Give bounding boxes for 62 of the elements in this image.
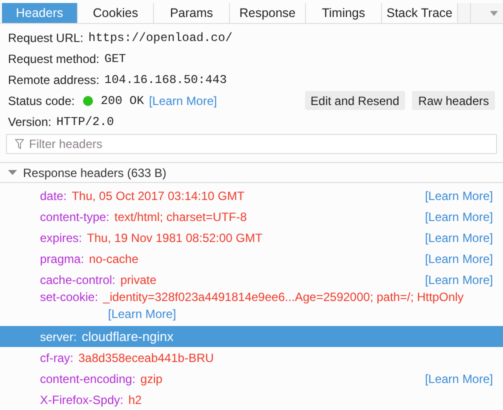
learn-more-link[interactable]: [Learn More] (424, 210, 493, 224)
dropdown-caret-icon[interactable] (490, 10, 498, 16)
section-title: Response headers (633 B) (23, 166, 166, 180)
header-value: no-cache (89, 252, 138, 266)
header-value: h2 (128, 392, 142, 406)
header-row[interactable]: server: cloudflare-nginx (0, 326, 503, 347)
header-row[interactable]: cache-control: private [Learn More] (0, 269, 503, 290)
header-name: expires: (40, 230, 82, 244)
header-name: cf-ray: (40, 350, 74, 364)
header-value: private (120, 272, 156, 286)
header-value: 3a8d358eceab441b-BRU (78, 350, 214, 364)
field-label: Status code: (8, 94, 75, 108)
header-value: cloudflare-nginx (82, 329, 174, 344)
learn-more-link[interactable]: [Learn More] (424, 230, 493, 244)
learn-more-link[interactable]: [Learn More] (424, 372, 493, 386)
header-name: content-encoding: (40, 372, 136, 386)
header-row[interactable]: expires: Thu, 19 Nov 1981 08:52:00 GMT [Learn More] (0, 227, 503, 248)
learn-more-link[interactable]: [Learn More] (108, 307, 176, 321)
field-value: GET (104, 52, 126, 66)
tab[interactable]: Stack Trace (382, 3, 458, 24)
field-value: HTTP/2.0 (56, 114, 114, 129)
filter-field[interactable]: Filter headers (6, 134, 497, 154)
action-button[interactable]: Raw headers (412, 91, 495, 110)
learn-more-link[interactable]: [Learn More] (424, 188, 493, 202)
header-name: set-cookie: (40, 290, 98, 304)
tab[interactable]: Timings (306, 3, 382, 24)
section-header[interactable]: Response headers (633 B) (0, 162, 503, 183)
header-row[interactable]: content-encoding: gzip [Learn More] (0, 368, 503, 389)
field-label: Remote address: (8, 72, 100, 87)
header-name: cache-control: (40, 272, 116, 286)
field-value: https://openload.co/ (88, 30, 232, 45)
learn-more-link[interactable]: [Learn More] (148, 94, 217, 108)
tab[interactable]: Headers (2, 3, 78, 24)
header-row[interactable]: X-Firefox-Spdy: h2 (0, 389, 503, 410)
field-label: Request method: (8, 52, 100, 66)
header-row[interactable]: cf-ray: 3a8d358eceab441b-BRU (0, 347, 503, 368)
learn-more-link[interactable]: [Learn More] (424, 272, 493, 286)
expand-arrow-icon[interactable] (8, 168, 17, 178)
filter-icon (15, 139, 24, 150)
tab[interactable]: Response (230, 3, 306, 24)
header-row[interactable]: set-cookie: _identity=328f023a4491814e9ee6...Age=2592000; path=/; HttpOnly [Learn More] (0, 290, 503, 326)
header-name: X-Firefox-Spdy: (40, 392, 124, 406)
tab[interactable]: Cookies (78, 3, 154, 24)
header-value: text/html; charset=UTF-8 (114, 210, 247, 224)
header-value: _identity=328f023a4491814e9ee6...Age=2592000; path=/; HttpOnly (103, 290, 464, 304)
header-name: date: (40, 188, 67, 202)
header-name: pragma: (40, 252, 84, 266)
action-button[interactable]: Edit and Resend (304, 91, 406, 110)
tab[interactable]: Params (154, 3, 230, 24)
field-label: Version: (8, 114, 52, 129)
field-label: Request URL: (8, 30, 84, 45)
learn-more-link[interactable]: [Learn More] (424, 252, 493, 266)
header-name: content-type: (40, 210, 110, 224)
field-value: 200 OK (100, 94, 144, 108)
header-value: Thu, 19 Nov 1981 08:52:00 GMT (87, 230, 262, 244)
header-row[interactable]: date: Thu, 05 Oct 2017 03:14:10 GMT [Learn More] (0, 185, 503, 206)
header-row[interactable]: pragma: no-cache [Learn More] (0, 248, 503, 269)
header-value: Thu, 05 Oct 2017 03:14:10 GMT (72, 188, 244, 202)
header-value: gzip (140, 372, 162, 386)
header-name: server: (40, 330, 77, 344)
header-row[interactable]: content-type: text/html; charset=UTF-8 [Learn More] (0, 206, 503, 227)
field-value: 104.16.168.50:443 (104, 72, 227, 87)
